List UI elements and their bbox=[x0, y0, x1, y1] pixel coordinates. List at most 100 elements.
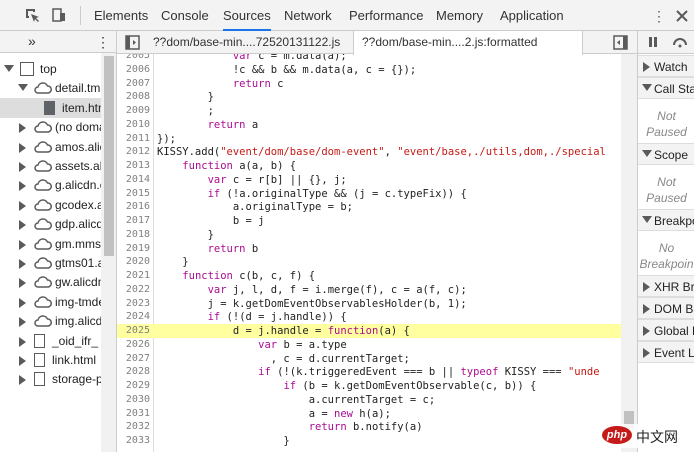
sidebar-section-header[interactable]: Breakpo bbox=[638, 209, 694, 231]
line-number[interactable]: 2006 bbox=[117, 63, 150, 77]
code-line[interactable]: 2028 if (!(k.triggeredEvent === b || typ… bbox=[117, 365, 621, 379]
line-number[interactable]: 2028 bbox=[117, 365, 150, 379]
line-number[interactable]: 2014 bbox=[117, 173, 150, 187]
code-line[interactable]: 2020 } bbox=[117, 255, 621, 269]
tab-performance[interactable]: Performance bbox=[349, 0, 423, 31]
tree-item[interactable]: img-tmde bbox=[0, 292, 101, 312]
device-toolbar-icon[interactable] bbox=[51, 7, 67, 23]
code-line[interactable]: 2033 } bbox=[117, 434, 621, 448]
tab-memory[interactable]: Memory bbox=[436, 0, 483, 31]
tree-item[interactable]: link.html bbox=[0, 350, 101, 370]
tree-item[interactable]: g.alicdn.co bbox=[0, 175, 101, 195]
tree-item[interactable]: gw.alicdn. bbox=[0, 272, 101, 292]
code-line[interactable]: 2021 function c(b, c, f) { bbox=[117, 269, 621, 283]
line-number[interactable]: 2012 bbox=[117, 145, 150, 159]
tree-item[interactable]: gcodex.ali bbox=[0, 195, 101, 215]
code-line[interactable]: 2015 if (!a.originalType && (j = c.typeF… bbox=[117, 187, 621, 201]
code-line[interactable]: 2010 return a bbox=[117, 118, 621, 132]
code-area[interactable]: 2005 var c = m.data(a); 2006 !c && b && m… bbox=[117, 54, 621, 452]
line-number[interactable]: 2020 bbox=[117, 255, 150, 269]
toggle-navigator-icon[interactable] bbox=[125, 35, 140, 50]
step-over-icon[interactable] bbox=[672, 36, 690, 48]
code-line[interactable]: 2019 return b bbox=[117, 242, 621, 256]
line-number[interactable]: 2030 bbox=[117, 393, 150, 407]
tree-item[interactable]: img.alicdn bbox=[0, 311, 101, 331]
line-number[interactable]: 2033 bbox=[117, 434, 150, 448]
tree-item[interactable]: (no doma bbox=[0, 117, 101, 137]
sidebar-section-header[interactable]: Event Li bbox=[638, 341, 694, 363]
line-number[interactable]: 2024 bbox=[117, 310, 150, 324]
code-line[interactable]: 2016 a.originalType = b; bbox=[117, 200, 621, 214]
line-number[interactable]: 2009 bbox=[117, 104, 150, 118]
line-number[interactable]: 2017 bbox=[117, 214, 150, 228]
line-number[interactable]: 2029 bbox=[117, 379, 150, 393]
code-line[interactable]: 2008 } bbox=[117, 90, 621, 104]
collapse-arrow-icon[interactable] bbox=[19, 142, 26, 153]
tab-elements[interactable]: Elements bbox=[94, 0, 148, 31]
line-number[interactable]: 2015 bbox=[117, 187, 150, 201]
sidebar-section-header[interactable]: Scope bbox=[638, 143, 694, 165]
tree-item[interactable]: item.htm bbox=[0, 97, 101, 118]
close-icon[interactable] bbox=[674, 8, 690, 24]
code-line[interactable]: 2011}); bbox=[117, 132, 621, 146]
line-number[interactable]: 2022 bbox=[117, 283, 150, 297]
tree-item[interactable]: gm.mmsta bbox=[0, 234, 101, 254]
tree-item[interactable]: assets.alic bbox=[0, 156, 101, 176]
tree-item[interactable]: storage-p bbox=[0, 369, 101, 389]
sidebar-section-header[interactable]: DOM Bre bbox=[638, 297, 694, 319]
tab-application[interactable]: Application bbox=[500, 0, 564, 31]
code-line[interactable]: 2024 if (!(d = j.handle)) { bbox=[117, 310, 621, 324]
collapse-arrow-icon[interactable] bbox=[19, 181, 26, 192]
editor-scrollbar[interactable] bbox=[621, 54, 637, 452]
tab-sources[interactable]: Sources bbox=[223, 0, 271, 31]
collapse-arrow-icon[interactable] bbox=[19, 317, 26, 328]
code-line[interactable]: 2012 KISSY.add("event/dom/base/dom-event"… bbox=[117, 145, 621, 159]
collapse-arrow-icon[interactable] bbox=[19, 162, 26, 172]
code-line[interactable]: 2007 return c bbox=[117, 77, 621, 91]
expand-arrow-icon[interactable] bbox=[18, 84, 28, 92]
line-number[interactable]: 2016 bbox=[117, 200, 150, 214]
code-line[interactable]: 2017 b = j bbox=[117, 214, 621, 228]
inspect-element-icon[interactable] bbox=[24, 7, 40, 23]
collapse-arrow-icon[interactable] bbox=[19, 200, 26, 211]
collapse-arrow-icon[interactable] bbox=[19, 220, 26, 231]
line-number[interactable]: 2032 bbox=[117, 420, 150, 434]
more-tabs-chevron[interactable]: » bbox=[28, 33, 36, 49]
collapse-arrow-icon[interactable] bbox=[19, 336, 26, 347]
collapse-arrow-icon[interactable] bbox=[19, 278, 26, 289]
collapse-arrow-icon[interactable] bbox=[19, 259, 26, 269]
code-line[interactable]: 2006 !c && b && m.data(a, c = {}); bbox=[117, 63, 621, 77]
code-line-highlighted[interactable]: 2025 d = j.handle = function(a) { bbox=[117, 324, 621, 338]
code-line[interactable]: 2029 if (b = k.getDomEventObservable(c, … bbox=[117, 379, 621, 393]
navigator-menu-icon[interactable]: ⋮ bbox=[96, 34, 110, 51]
tab-console[interactable]: Console bbox=[161, 0, 209, 31]
line-number[interactable]: 2026 bbox=[117, 338, 150, 352]
code-line[interactable]: 2026 var b = a.type bbox=[117, 338, 621, 352]
code-line[interactable]: 2014 var c = r[b] || {}, j; bbox=[117, 173, 621, 187]
collapse-arrow-icon[interactable] bbox=[19, 297, 26, 308]
file-tab-formatted[interactable]: ??dom/base-min....2.js:formatted bbox=[353, 31, 583, 55]
tab-network[interactable]: Network bbox=[284, 0, 332, 31]
sidebar-section-header[interactable]: XHR Bre bbox=[638, 275, 694, 297]
more-tools-icon[interactable]: ⋮ bbox=[652, 9, 666, 23]
line-number[interactable]: 2007 bbox=[117, 77, 150, 91]
line-number[interactable]: 2019 bbox=[117, 242, 150, 256]
expand-arrow-icon[interactable] bbox=[4, 65, 14, 72]
collapse-arrow-icon[interactable] bbox=[19, 123, 26, 134]
line-number[interactable]: 2010 bbox=[117, 118, 150, 132]
line-number[interactable]: 2018 bbox=[117, 228, 150, 242]
sidebar-section-header[interactable]: Global L bbox=[638, 319, 694, 341]
code-line[interactable]: 2005 var c = m.data(a); bbox=[117, 54, 621, 63]
collapse-arrow-icon[interactable] bbox=[19, 356, 26, 366]
code-line[interactable]: 2027 , c = d.currentTarget; bbox=[117, 352, 621, 366]
tree-item[interactable]: _oid_ifr_ ( bbox=[0, 331, 101, 351]
code-line[interactable]: 2013 function a(a, b) { bbox=[117, 159, 621, 173]
tree-item[interactable]: gdp.alicdn bbox=[0, 214, 101, 234]
code-line[interactable]: 2032 return b.notify(a) bbox=[117, 420, 621, 434]
file-tab-minified[interactable]: ??dom/base-min....72520131122.js bbox=[145, 31, 340, 54]
tree-item[interactable]: top bbox=[0, 59, 101, 79]
line-number[interactable]: 2027 bbox=[117, 352, 150, 366]
line-number[interactable]: 2023 bbox=[117, 297, 150, 311]
line-number[interactable]: 2005 bbox=[117, 54, 150, 63]
code-line[interactable]: 2023 j = k.getDomEventObservablesHolder(… bbox=[117, 297, 621, 311]
